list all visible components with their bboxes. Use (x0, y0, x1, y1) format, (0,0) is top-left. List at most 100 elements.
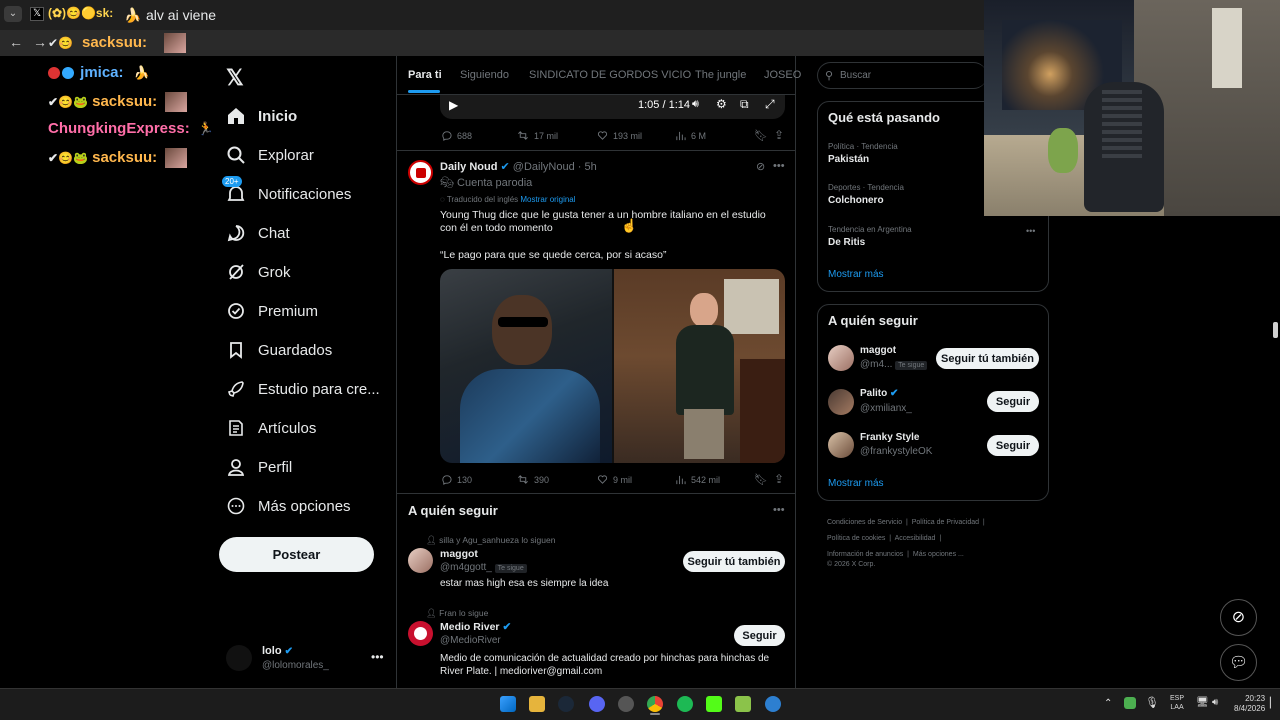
bookmark-icon[interactable]: 🔖︎ (754, 473, 768, 486)
user-name[interactable]: Medio River (440, 621, 500, 633)
more-icon[interactable]: ••• (371, 650, 384, 664)
follow-button[interactable]: Seguir (987, 391, 1039, 412)
views-button[interactable]: 6 M (675, 130, 706, 141)
like-button[interactable]: 193 mil (597, 130, 642, 141)
messages-fab[interactable]: 💬︎ (1220, 644, 1257, 681)
network-icon[interactable]: 🖥︎ (1196, 697, 1209, 708)
more-icon[interactable]: ••• (773, 504, 785, 516)
app-icon[interactable] (618, 696, 634, 712)
discord-icon[interactable] (589, 696, 605, 712)
settings-icon[interactable]: ⚙ (716, 97, 727, 111)
nav-item-guardados[interactable]: Guardados (226, 335, 332, 365)
x-logo-icon[interactable]: 𝕏 (226, 65, 244, 91)
spotify-icon[interactable] (677, 696, 693, 712)
app-icon[interactable] (765, 696, 781, 712)
author-name[interactable]: Daily Noud (440, 161, 497, 173)
reply-button[interactable]: 688 (441, 130, 472, 141)
follow-back-button[interactable]: Seguir tú también (936, 348, 1039, 369)
tweet-time[interactable]: · 5h (578, 161, 597, 173)
scrollbar-thumb[interactable] (1273, 322, 1278, 338)
like-button[interactable]: 9 mil (597, 474, 632, 485)
search-input[interactable]: Buscar (840, 70, 871, 81)
microphone-icon[interactable]: 🎙︎ (1145, 696, 1159, 709)
trend-item[interactable]: De Ritis (828, 237, 865, 248)
fullscreen-icon[interactable]: ⤢ (765, 97, 775, 112)
footer-link[interactable]: Política de Privacidad (912, 519, 979, 526)
tab-list-button[interactable]: ⌄ (4, 6, 22, 22)
trend-item[interactable]: Pakistán (828, 154, 869, 165)
notification-icon[interactable]: ▏ (1270, 698, 1278, 709)
nav-item-premium[interactable]: Premium (226, 296, 318, 326)
follow-back-button[interactable]: Seguir tú también (683, 551, 785, 572)
user-name[interactable]: maggot (860, 345, 896, 356)
footer-link[interactable]: Condiciones de Servicio (827, 519, 902, 526)
tab-joseo[interactable]: JOSEO (764, 69, 801, 81)
chevron-up-icon[interactable]: ⌃ (1104, 698, 1112, 709)
follow-button[interactable]: Seguir (734, 625, 785, 646)
share-icon[interactable]: ⇪ (774, 472, 784, 486)
tab-para-ti[interactable]: Para ti (408, 69, 442, 81)
account-switcher[interactable]: lolo ✔ (262, 645, 293, 657)
play-icon[interactable]: ▶ (449, 98, 458, 112)
pip-icon[interactable]: ⧉ (740, 97, 749, 112)
back-icon[interactable]: ← (9, 34, 23, 50)
avatar[interactable] (828, 432, 854, 458)
tab-sindicato[interactable]: SINDICATO DE GORDOS VICIO (529, 69, 691, 81)
follow-button[interactable]: Seguir (987, 435, 1039, 456)
avatar[interactable] (408, 160, 433, 185)
nav-item-grok[interactable]: Grok (226, 257, 291, 287)
views-button[interactable]: 542 mil (675, 474, 720, 485)
show-more-link[interactable]: Mostrar más (828, 478, 884, 489)
file-explorer-icon[interactable] (529, 696, 545, 712)
trend-item[interactable]: Colchonero (828, 195, 884, 206)
tab-siguiendo[interactable]: Siguiendo (460, 69, 509, 81)
avatar[interactable] (828, 345, 854, 371)
avatar[interactable] (408, 548, 433, 573)
footer-link[interactable]: Información de anuncios (827, 551, 903, 558)
forward-icon[interactable]: → (33, 34, 47, 50)
user-name[interactable]: Franky Style (860, 432, 919, 443)
volume-icon[interactable]: 🔊︎ (692, 98, 699, 111)
more-icon[interactable]: ••• (1026, 226, 1035, 236)
show-original-link[interactable]: Mostrar original (520, 195, 575, 204)
share-icon[interactable]: ⇪ (774, 128, 784, 142)
tray-app-icon[interactable] (1124, 697, 1136, 709)
nav-item-inicio[interactable]: Inicio (226, 101, 297, 131)
tab-title[interactable]: alv ai viene (146, 7, 216, 23)
nav-item-chat[interactable]: Chat (226, 218, 290, 248)
kick-icon[interactable] (706, 696, 722, 712)
avatar[interactable] (408, 621, 433, 646)
nav-item-estudio[interactable]: Estudio para cre... (226, 374, 380, 404)
steam-icon[interactable] (558, 696, 574, 712)
repost-button[interactable]: 17 mil (517, 130, 558, 141)
volume-icon[interactable]: 🔊︎ (1212, 697, 1218, 708)
avatar[interactable] (226, 645, 252, 671)
language-indicator[interactable]: ESP LAA (1170, 694, 1184, 712)
author-handle[interactable]: @DailyNoud (513, 161, 575, 173)
post-button[interactable]: Postear (219, 537, 374, 572)
footer-link[interactable]: Más opciones ... (913, 551, 964, 558)
grok-fab[interactable]: ⊘ (1220, 599, 1257, 636)
tweet-media[interactable] (440, 269, 785, 463)
more-icon[interactable]: ••• (773, 160, 785, 172)
show-more-link[interactable]: Mostrar más (828, 269, 884, 280)
bookmark-icon[interactable]: 🔖︎ (754, 129, 768, 142)
chrome-icon[interactable] (647, 696, 663, 712)
nav-item-mas-opciones[interactable]: Más opciones (226, 491, 351, 521)
grok-icon[interactable]: ⊘ (756, 160, 765, 173)
avatar[interactable] (828, 389, 854, 415)
tab-the-jungle[interactable]: The jungle (695, 69, 746, 81)
nav-item-perfil[interactable]: Perfil (226, 452, 292, 482)
nav-item-notificaciones[interactable]: 20+ Notificaciones (222, 176, 351, 209)
reply-button[interactable]: 130 (441, 474, 472, 485)
footer-link[interactable]: Accesibilidad (895, 535, 936, 542)
user-name[interactable]: maggot (440, 548, 478, 560)
nav-item-explorar[interactable]: Explorar (226, 140, 314, 170)
start-icon[interactable] (500, 696, 516, 712)
repost-button[interactable]: 390 (517, 474, 549, 485)
search-box[interactable]: ⚲ Buscar (817, 62, 987, 89)
user-name[interactable]: Palito (860, 388, 887, 399)
app-icon[interactable] (735, 696, 751, 712)
nav-item-articulos[interactable]: Artículos (226, 413, 316, 443)
clock[interactable]: 20:23 8/4/2026 (1234, 694, 1265, 714)
